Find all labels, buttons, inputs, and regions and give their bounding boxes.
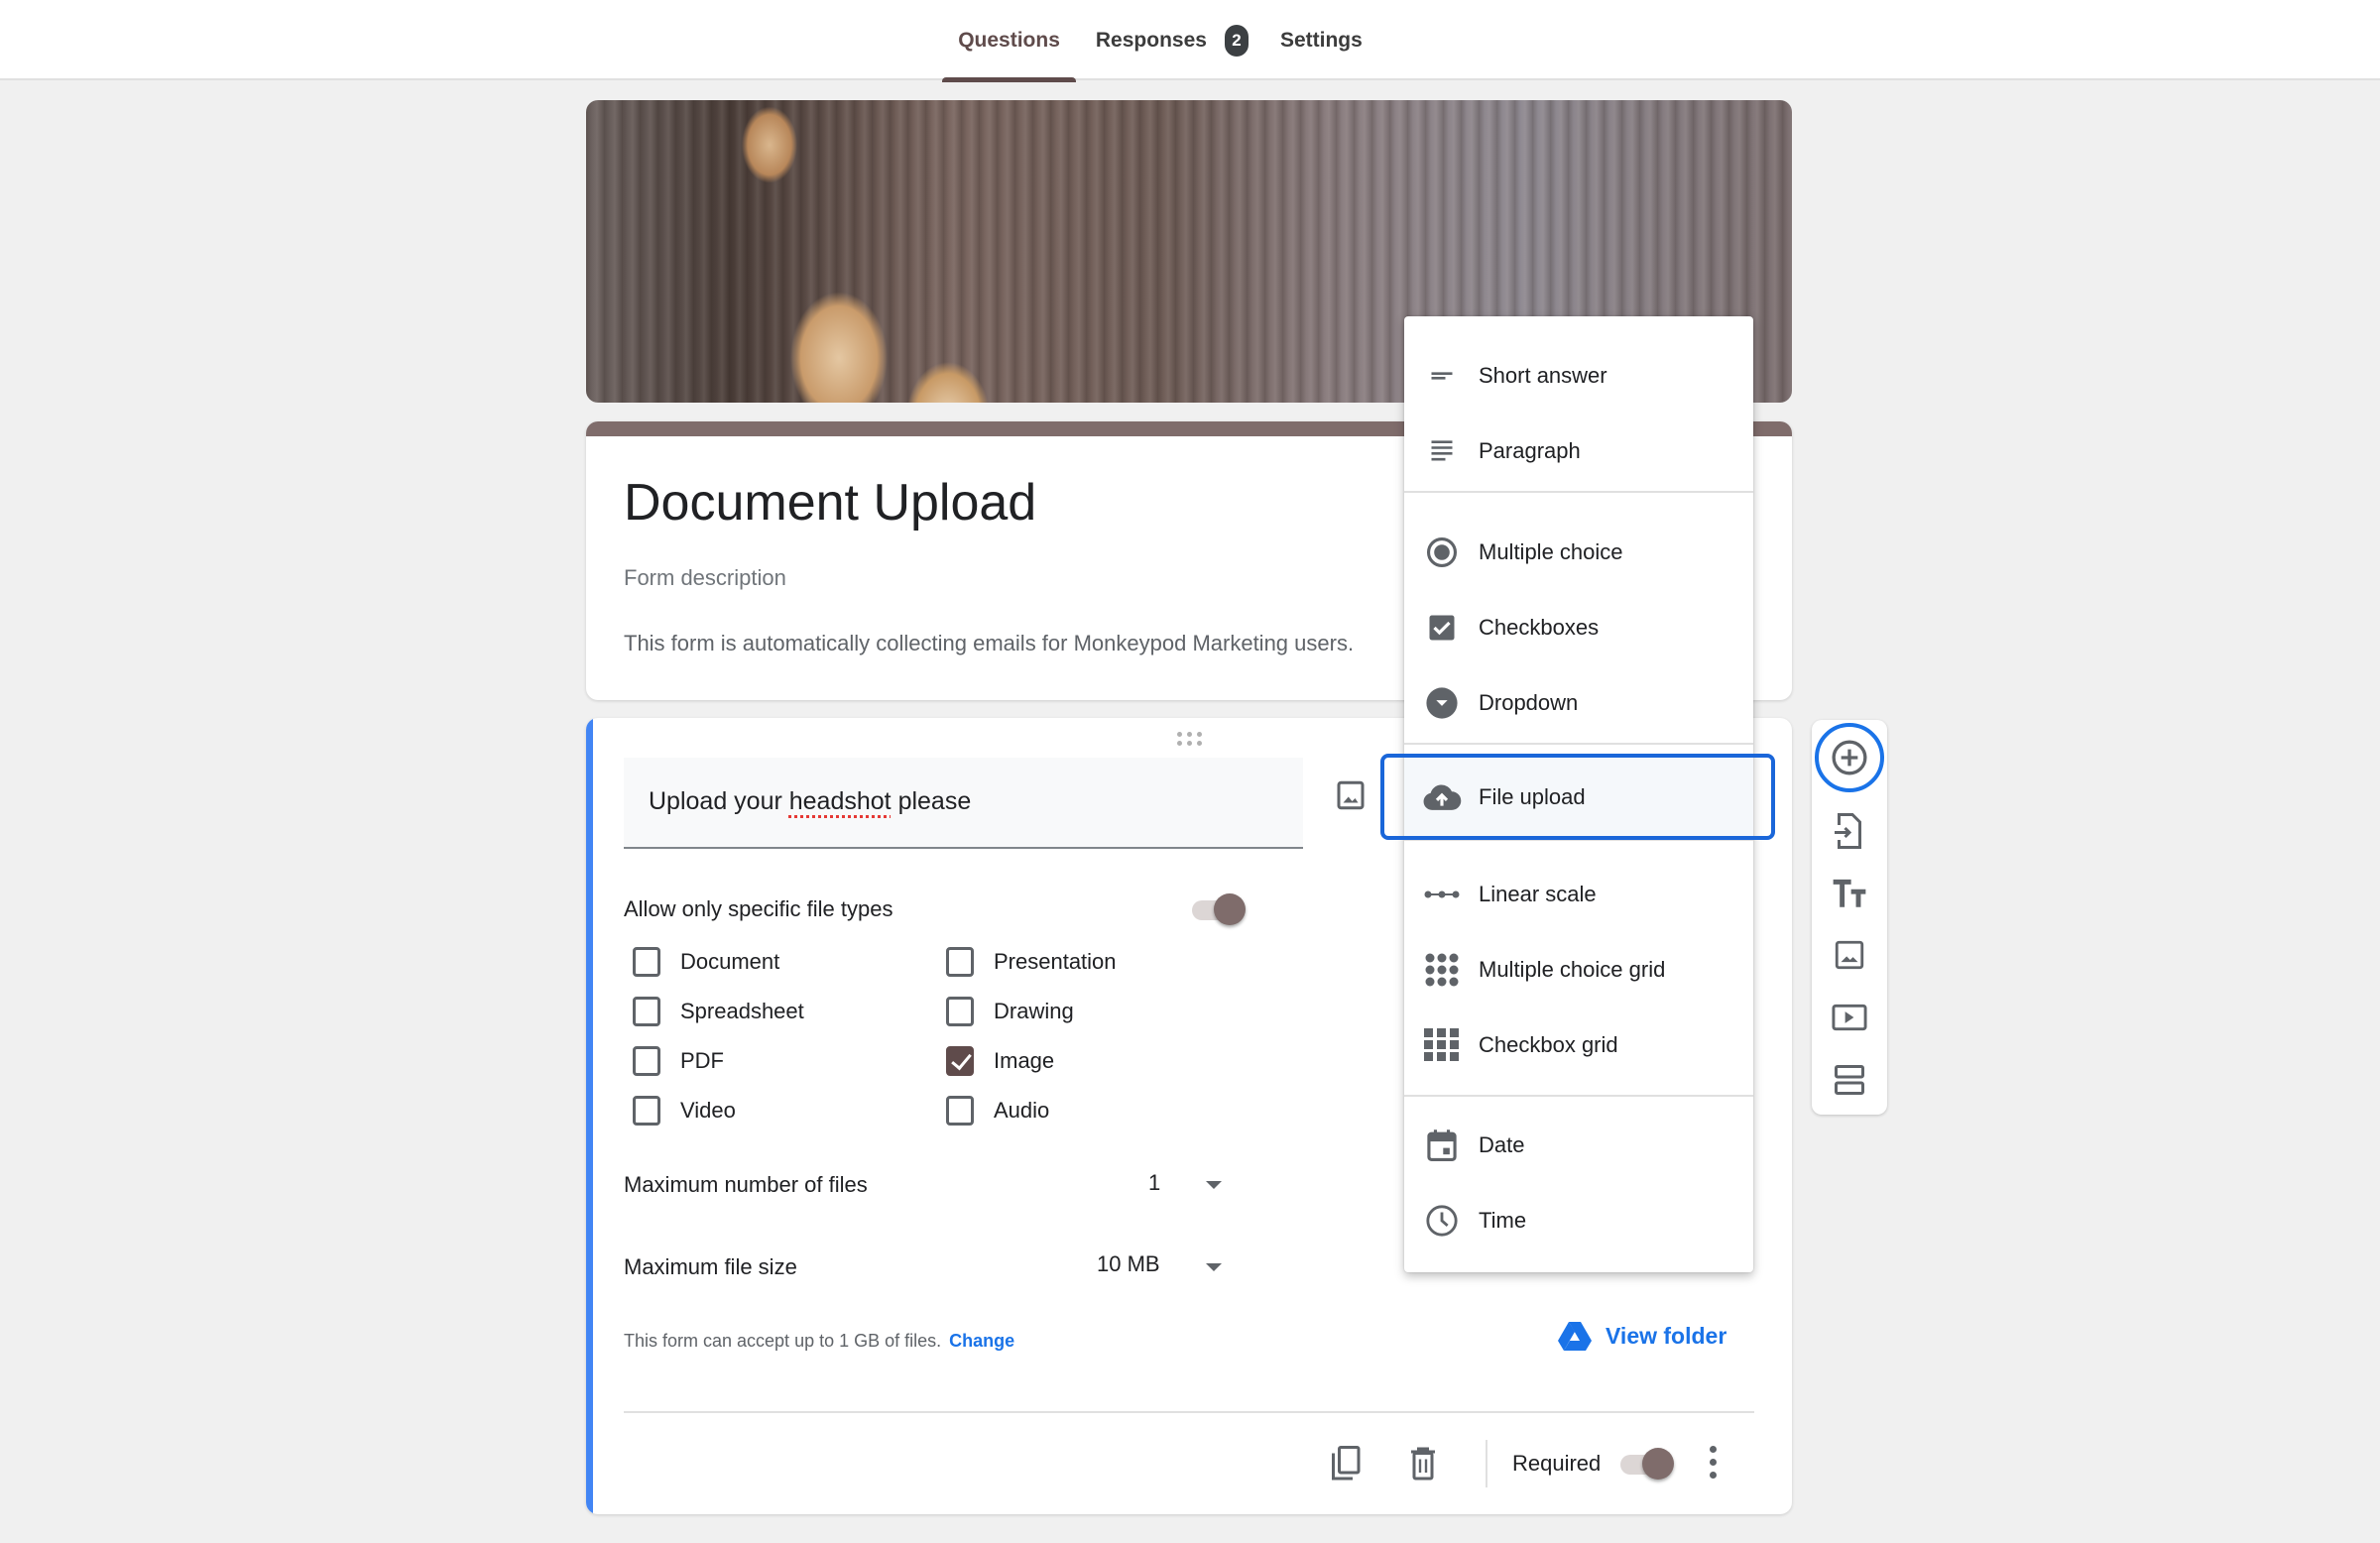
short-answer-icon [1422, 356, 1462, 396]
tab-questions[interactable]: Questions [942, 0, 1076, 82]
checkbox[interactable] [633, 1046, 660, 1076]
question-title-text: Upload your headshot please [649, 787, 972, 815]
checkbox[interactable] [946, 947, 974, 977]
dropdown-icon [1422, 683, 1462, 723]
file-type-drawing[interactable]: Drawing [937, 992, 1074, 1031]
add-video-button[interactable] [1826, 994, 1873, 1041]
file-type-audio[interactable]: Audio [937, 1091, 1049, 1130]
max-size-select[interactable]: 10 MB [1097, 1251, 1160, 1277]
menu-item-file-upload[interactable]: File upload [1404, 758, 1753, 837]
radio-icon [1422, 533, 1462, 572]
square-grid-icon [1422, 1025, 1462, 1065]
tab-settings[interactable]: Settings [1264, 0, 1378, 80]
max-files-select[interactable]: 1 [1148, 1170, 1160, 1196]
menu-item-multiple-choice[interactable]: Multiple choice [1404, 515, 1753, 590]
checkbox[interactable] [633, 1096, 660, 1126]
image-icon [1835, 940, 1864, 970]
menu-divider [1404, 491, 1753, 493]
file-type-image[interactable]: Image [937, 1041, 1054, 1081]
file-type-video[interactable]: Video [624, 1091, 736, 1130]
menu-item-short-answer[interactable]: Short answer [1404, 338, 1753, 414]
add-image-button[interactable] [1826, 931, 1873, 979]
add-section-button[interactable] [1826, 1056, 1873, 1104]
max-files-dropdown-arrow-icon[interactable] [1206, 1181, 1222, 1189]
responses-count-badge: 2 [1224, 24, 1249, 57]
tab-bar: Questions Responses 2 Settings [0, 0, 2380, 82]
add-image-to-question-icon[interactable] [1333, 777, 1368, 813]
tab-settings-label: Settings [1279, 28, 1363, 52]
duplicate-icon[interactable] [1329, 1444, 1365, 1484]
section-icon [1835, 1065, 1864, 1095]
checkbox[interactable] [633, 997, 660, 1026]
clock-icon [1422, 1201, 1462, 1241]
form-description-field[interactable]: Form description [624, 565, 786, 591]
dot-grid-icon [1422, 950, 1462, 990]
menu-item-linear-scale[interactable]: Linear scale [1404, 857, 1753, 932]
side-toolbar [1812, 720, 1887, 1115]
required-label: Required [1512, 1451, 1602, 1476]
max-files-label: Maximum number of files [624, 1172, 868, 1197]
max-size-label: Maximum file size [624, 1254, 797, 1279]
menu-divider [1404, 743, 1753, 745]
max-size-dropdown-arrow-icon[interactable] [1206, 1263, 1222, 1271]
checkbox[interactable] [946, 997, 974, 1026]
menu-item-time[interactable]: Time [1404, 1183, 1753, 1258]
file-type-document[interactable]: Document [624, 942, 779, 982]
more-options-icon[interactable] [1707, 1446, 1719, 1480]
menu-item-date[interactable]: Date [1404, 1108, 1753, 1183]
view-folder-button[interactable]: View folder [1558, 1321, 1726, 1351]
question-type-menu: Short answer Paragraph Multiple choice C… [1404, 316, 1753, 1272]
menu-item-dropdown[interactable]: Dropdown [1404, 665, 1753, 741]
tab-responses[interactable]: Responses 2 [1080, 0, 1264, 80]
menu-item-checkboxes[interactable]: Checkboxes [1404, 590, 1753, 665]
question-title-input[interactable]: Upload your headshot please [624, 758, 1303, 849]
add-question-button[interactable] [1815, 723, 1884, 792]
file-type-spreadsheet[interactable]: Spreadsheet [624, 992, 804, 1031]
cloud-upload-icon [1422, 777, 1462, 817]
active-question-indicator [586, 718, 593, 1514]
file-type-presentation[interactable]: Presentation [937, 942, 1117, 982]
email-collection-note: This form is automatically collecting em… [624, 631, 1355, 655]
form-title[interactable]: Document Upload [624, 473, 1036, 533]
misspelled-word: headshot [788, 787, 892, 815]
import-icon [1835, 813, 1861, 849]
footer-divider [624, 1411, 1754, 1413]
video-icon [1832, 1004, 1867, 1031]
google-drive-icon [1558, 1322, 1592, 1351]
tab-responses-label: Responses [1095, 28, 1207, 52]
footer-separator [1486, 1440, 1488, 1487]
linear-scale-icon [1422, 875, 1462, 914]
checkbox-checked[interactable] [946, 1046, 974, 1076]
change-capacity-link[interactable]: Change [949, 1331, 1014, 1351]
menu-item-multiple-choice-grid[interactable]: Multiple choice grid [1404, 932, 1753, 1008]
capacity-note: This form can accept up to 1 GB of files… [624, 1331, 1015, 1351]
add-title-description-button[interactable] [1826, 869, 1873, 916]
delete-icon[interactable] [1405, 1444, 1441, 1484]
allow-specific-types-label: Allow only specific file types [624, 896, 893, 921]
file-type-pdf[interactable]: PDF [624, 1041, 724, 1081]
menu-divider [1404, 839, 1753, 841]
add-circle-icon [1832, 740, 1867, 775]
tab-questions-label: Questions [958, 28, 1060, 52]
menu-item-paragraph[interactable]: Paragraph [1404, 414, 1753, 489]
menu-divider [1404, 1095, 1753, 1097]
text-format-icon [1833, 879, 1866, 907]
import-questions-button[interactable] [1826, 807, 1873, 855]
checkbox[interactable] [633, 947, 660, 977]
allow-specific-types-toggle[interactable] [1190, 892, 1248, 926]
menu-item-checkbox-grid[interactable]: Checkbox grid [1404, 1008, 1753, 1083]
top-bar: Questions Responses 2 Settings [0, 0, 2380, 82]
calendar-icon [1422, 1126, 1462, 1165]
required-toggle[interactable] [1618, 1447, 1676, 1481]
checkbox[interactable] [946, 1096, 974, 1126]
drag-handle-icon[interactable] [1177, 732, 1203, 748]
checkbox-icon [1422, 608, 1462, 648]
paragraph-icon [1422, 431, 1462, 471]
